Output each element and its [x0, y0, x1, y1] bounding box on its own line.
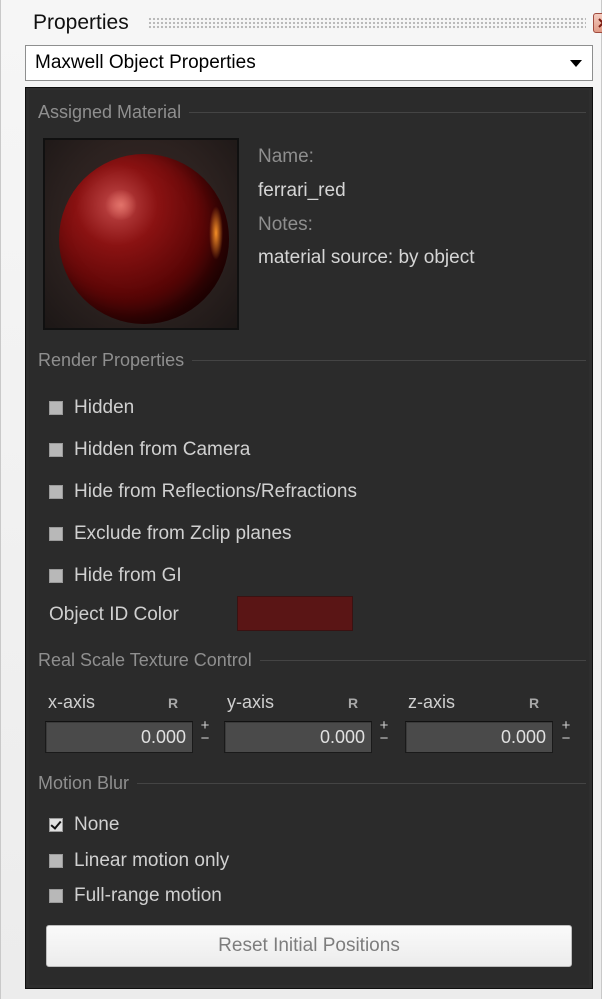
properties-window: Properties Maxwell Object Properties Ass… [0, 0, 602, 999]
reset-initial-positions-button[interactable]: Reset Initial Positions [46, 925, 572, 967]
real-scale-header: Real Scale Texture Control [38, 650, 586, 671]
minus-icon[interactable]: − [200, 731, 210, 746]
hide-from-gi-checkbox[interactable] [49, 569, 63, 583]
checkbox-label: Hide from Reflections/Refractions [74, 481, 357, 502]
material-sphere-image [59, 154, 229, 324]
checkbox-label: Exclude from Zclip planes [74, 523, 292, 544]
material-notes-label: Notes: [258, 214, 313, 235]
z-axis-input[interactable]: 0.000 [405, 721, 553, 753]
section-title-text: Assigned Material [38, 102, 182, 122]
title-bar[interactable]: Properties [25, 8, 602, 38]
material-name-label: Name: [258, 146, 314, 167]
x-axis-input[interactable]: 0.000 [45, 721, 193, 753]
full-range-motion-checkbox-row[interactable]: Full-range motion [49, 885, 222, 907]
y-axis-label: y-axis [227, 692, 275, 712]
y-axis-r-button[interactable]: R [348, 695, 358, 711]
full-range-motion-checkbox[interactable] [49, 889, 63, 903]
hidden-checkbox-row[interactable]: Hidden [49, 397, 134, 419]
minus-icon[interactable]: − [561, 731, 571, 746]
checkbox-label: Linear motion only [74, 850, 230, 871]
hidden-from-camera-checkbox[interactable] [49, 443, 63, 457]
material-notes-value: material source: by object [258, 247, 475, 268]
dropdown-selected-value: Maxwell Object Properties [35, 52, 256, 73]
hide-from-gi-checkbox-row[interactable]: Hide from GI [49, 565, 182, 587]
drag-grip[interactable] [148, 17, 586, 29]
checkbox-label: Full-range motion [74, 885, 222, 906]
x-axis-label: x-axis [48, 692, 96, 712]
z-axis-label: z-axis [408, 692, 456, 712]
checkbox-label: None [74, 814, 120, 835]
checkbox-label: Hidden from Camera [74, 439, 251, 460]
hide-from-reflections-checkbox-row[interactable]: Hide from Reflections/Refractions [49, 481, 357, 503]
object-id-color-swatch[interactable] [237, 596, 353, 631]
linear-motion-checkbox[interactable] [49, 854, 63, 868]
hidden-checkbox[interactable] [49, 401, 63, 415]
object-id-color-label: Object ID Color [49, 604, 179, 625]
divider [137, 783, 586, 784]
y-axis-input[interactable]: 0.000 [224, 721, 372, 753]
linear-motion-checkbox-row[interactable]: Linear motion only [49, 850, 229, 872]
motion-blur-header: Motion Blur [38, 773, 586, 794]
divider [192, 360, 586, 361]
checkbox-label: Hidden [74, 397, 135, 418]
material-preview[interactable] [43, 138, 239, 330]
x-axis-stepper[interactable]: + − [200, 718, 210, 749]
material-name-value: ferrari_red [258, 180, 346, 201]
properties-type-dropdown[interactable]: Maxwell Object Properties [25, 45, 593, 81]
assigned-material-header: Assigned Material [38, 102, 586, 123]
chevron-down-icon [570, 60, 582, 67]
exclude-zclip-checkbox[interactable] [49, 527, 63, 541]
window-title: Properties [33, 11, 129, 34]
section-title-text: Motion Blur [38, 773, 130, 793]
divider [259, 660, 586, 661]
motion-none-checkbox-row[interactable]: None [49, 814, 119, 836]
checkbox-label: Hide from GI [74, 565, 182, 586]
section-title-text: Render Properties [38, 350, 185, 370]
divider [189, 112, 586, 113]
y-axis-stepper[interactable]: + − [379, 718, 389, 749]
hide-from-reflections-checkbox[interactable] [49, 485, 63, 499]
section-title-text: Real Scale Texture Control [38, 650, 252, 670]
minus-icon[interactable]: − [379, 731, 389, 746]
motion-none-checkbox[interactable] [49, 818, 63, 832]
x-axis-r-button[interactable]: R [168, 695, 178, 711]
render-properties-header: Render Properties [38, 350, 586, 371]
close-icon[interactable] [593, 13, 602, 33]
z-axis-stepper[interactable]: + − [561, 718, 571, 749]
z-axis-r-button[interactable]: R [529, 695, 539, 711]
hidden-from-camera-checkbox-row[interactable]: Hidden from Camera [49, 439, 250, 461]
exclude-zclip-checkbox-row[interactable]: Exclude from Zclip planes [49, 523, 292, 545]
